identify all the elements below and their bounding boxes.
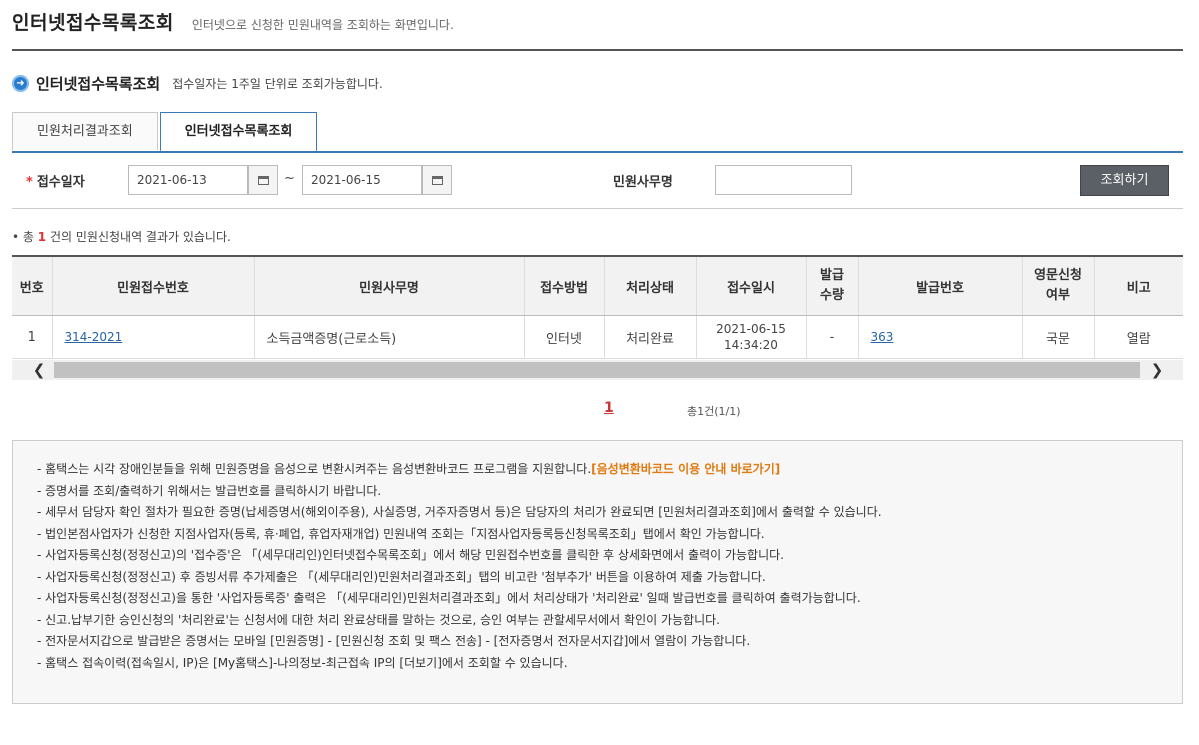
start-date-input[interactable]: 2021-06-13 bbox=[128, 165, 248, 195]
table-header-row: 번호 민원접수번호 민원사무명 접수방법 처리상태 접수일시 발급 수량 발급번… bbox=[12, 255, 1183, 316]
notice-line: - 신고.납부기한 승인신청의 '처리완료'는 신청서에 대한 처리 완료상태를… bbox=[37, 612, 720, 627]
title-divider bbox=[12, 49, 1183, 51]
scroll-thumb[interactable] bbox=[54, 362, 1140, 378]
cell-method: 인터넷 bbox=[524, 315, 605, 359]
col-header-remark: 비고 bbox=[1094, 255, 1183, 316]
cell-status: 처리완료 bbox=[604, 315, 697, 359]
barcode-guide-link[interactable]: [음성변환바코드 이용 안내 바로가기] bbox=[591, 462, 780, 476]
date-label: * 접수일자 bbox=[26, 171, 85, 190]
notice-box: - 홈택스는 시각 장애인분들을 위해 민원증명을 음성으로 변환시켜주는 음성… bbox=[12, 440, 1183, 704]
col-header-method: 접수방법 bbox=[524, 255, 605, 316]
col-header-issue-no: 발급번호 bbox=[858, 255, 1023, 316]
col-header-english: 영문신청 여부 bbox=[1022, 255, 1095, 316]
col-header-office-name: 민원사무명 bbox=[254, 255, 525, 316]
notice-line: - 사업자등록신청(정정신고)의 '접수증'은 「(세무대리인)인터넷접수목록조… bbox=[37, 548, 784, 562]
cell-issue-no: 363 bbox=[858, 315, 1023, 359]
calendar-icon[interactable] bbox=[422, 165, 452, 195]
received-date: 2021-06-15 bbox=[716, 322, 786, 336]
end-date-input[interactable]: 2021-06-15 bbox=[302, 165, 422, 195]
notice-line: - 세무서 담당자 확인 절차가 필요한 증명(납세증명서(해외이주용), 사실… bbox=[37, 505, 882, 519]
notice-line: - 홈택스 접속이력(접속일시, IP)은 [My홈택스]-나의정보-최근접속 … bbox=[37, 655, 568, 670]
pagination: 1 총1건(1/1) bbox=[0, 400, 1199, 420]
date-separator: ~ bbox=[284, 171, 295, 186]
notice-line: - 전자문서지갑으로 발급받은 증명서는 모바일 [민원증명] - [민원신청 … bbox=[37, 634, 751, 648]
horizontal-scrollbar[interactable]: ❮ ❯ bbox=[12, 360, 1183, 380]
notice-line: - 사업자등록신청(정정신고) 후 증빙서류 추가제출은 「(세무대리인)민원처… bbox=[37, 569, 766, 584]
received-time: 14:34:20 bbox=[724, 338, 778, 352]
result-count-number: 1 bbox=[37, 230, 47, 244]
office-name-label: 민원사무명 bbox=[613, 175, 673, 190]
result-suffix: 건의 민원신청내역 결과가 있습니다. bbox=[49, 230, 231, 244]
required-mark: * bbox=[26, 175, 33, 190]
col-header-status: 처리상태 bbox=[604, 255, 697, 316]
cell-english: 국문 bbox=[1022, 315, 1095, 359]
section-header: ➜ 인터넷접수목록조회 접수일자는 1주일 단위로 조회가능합니다. bbox=[12, 73, 383, 94]
office-name-input[interactable] bbox=[715, 165, 852, 195]
cell-receipt-no: 314-2021 bbox=[52, 315, 255, 359]
tab-internet-receipt-list[interactable]: 인터넷접수목록조회 bbox=[159, 112, 318, 152]
receipt-table: 번호 민원접수번호 민원사무명 접수방법 처리상태 접수일시 발급 수량 발급번… bbox=[12, 255, 1183, 359]
search-panel: * 접수일자 2021-06-13 ~ 2021-06-15 민원사무명 조회하기 bbox=[12, 151, 1183, 209]
page-total: 총1건(1/1) bbox=[687, 405, 741, 418]
section-description: 접수일자는 1주일 단위로 조회가능합니다. bbox=[172, 77, 383, 91]
cell-no: 1 bbox=[12, 315, 53, 359]
notice-line-text: - 홈택스는 시각 장애인분들을 위해 민원증명을 음성으로 변환시켜주는 음성… bbox=[37, 462, 592, 476]
scroll-right-icon[interactable]: ❯ bbox=[1142, 360, 1172, 380]
page-title: 인터넷접수목록조회 bbox=[12, 12, 174, 34]
notice-line: - 법인본점사업자가 신청한 지점사업자(등록, 휴·폐업, 휴업자재개업) 민… bbox=[37, 526, 765, 541]
result-prefix: 총 bbox=[22, 230, 34, 244]
issue-no-link[interactable]: 363 bbox=[871, 330, 894, 344]
calendar-icon[interactable] bbox=[248, 165, 278, 195]
arrow-circle-icon: ➜ bbox=[12, 75, 29, 92]
col-header-receipt-no: 민원접수번호 bbox=[52, 255, 255, 316]
section-title: 인터넷접수목록조회 bbox=[36, 75, 161, 93]
notice-line: - 사업자등록신청(정정신고)을 통한 '사업자등록증' 출력은 「(세무대리인… bbox=[37, 591, 861, 605]
cell-received-datetime: 2021-06-15 14:34:20 bbox=[696, 315, 807, 359]
notice-line: - 홈택스는 시각 장애인분들을 위해 민원증명을 음성으로 변환시켜주는 음성… bbox=[37, 459, 1182, 481]
page-description: 인터넷으로 신청한 민원내역을 조회하는 화면입니다. bbox=[191, 18, 454, 32]
cell-office-name: 소득금액증명(근로소득) bbox=[254, 315, 525, 359]
page-current[interactable]: 1 bbox=[604, 400, 614, 416]
scroll-left-icon[interactable]: ❮ bbox=[24, 360, 54, 380]
cell-remark: 열람 bbox=[1094, 315, 1183, 359]
col-header-issue-qty: 발급 수량 bbox=[806, 255, 859, 316]
result-count: • 총 1 건의 민원신청내역 결과가 있습니다. bbox=[12, 230, 231, 244]
receipt-no-link[interactable]: 314-2021 bbox=[65, 330, 123, 344]
col-header-received-date: 접수일시 bbox=[696, 255, 807, 316]
tab-result-lookup[interactable]: 민원처리결과조회 bbox=[12, 112, 158, 150]
notice-line: - 증명서를 조회/출력하기 위해서는 발급번호를 클릭하시기 바랍니다. bbox=[37, 483, 382, 498]
date-label-text: 접수일자 bbox=[36, 175, 85, 190]
page-header: 인터넷접수목록조회 인터넷으로 신청한 민원내역을 조회하는 화면입니다. bbox=[12, 8, 454, 38]
cell-issue-qty: - bbox=[806, 315, 859, 359]
tab-bar: 민원처리결과조회 인터넷접수목록조회 bbox=[12, 112, 319, 152]
table-row: 1 314-2021 소득금액증명(근로소득) 인터넷 처리완료 2021-06… bbox=[12, 315, 1183, 359]
col-header-no: 번호 bbox=[12, 255, 53, 316]
search-button[interactable]: 조회하기 bbox=[1080, 165, 1169, 196]
